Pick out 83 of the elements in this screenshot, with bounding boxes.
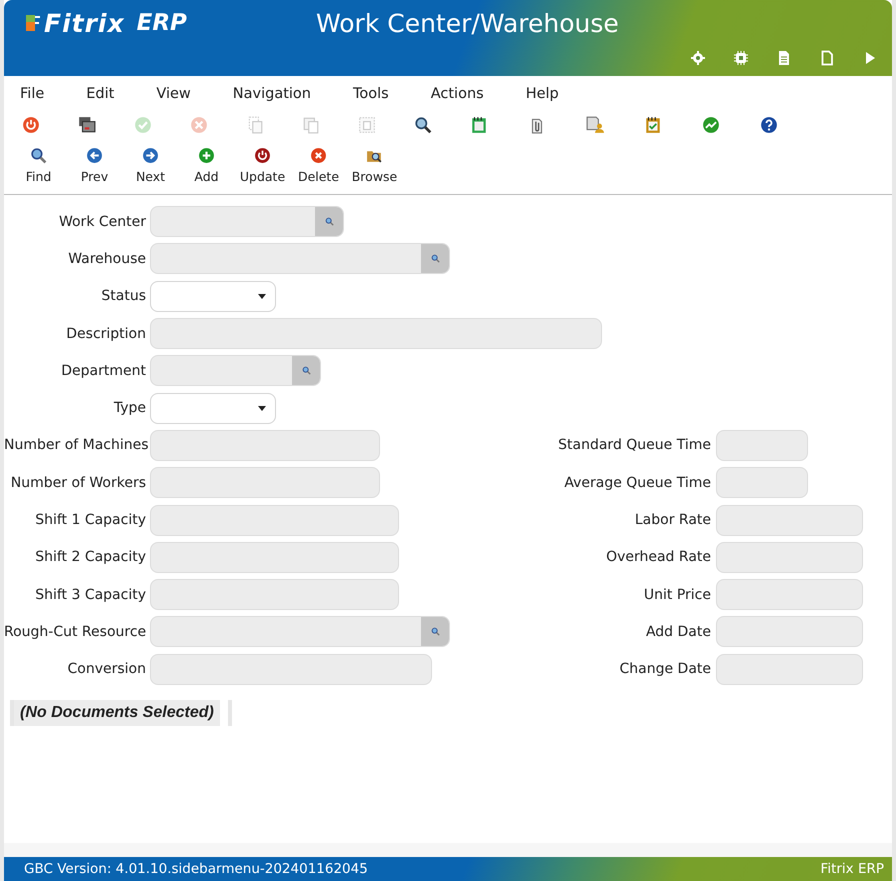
lookup-field[interactable]	[150, 616, 450, 648]
input-field[interactable]	[716, 654, 863, 685]
menu-item[interactable]: View	[152, 86, 195, 106]
menu-item[interactable]: Actions	[426, 86, 488, 106]
zoom-icon[interactable]	[414, 116, 432, 134]
toolbar-button[interactable]: Prev	[68, 144, 121, 194]
help-icon[interactable]	[760, 116, 778, 134]
toolbar-button[interactable]: Browse	[348, 144, 401, 194]
document-icon[interactable]	[776, 50, 792, 66]
field-label: Work Center	[58, 214, 146, 230]
field-label: Shift 3 Capacity	[34, 586, 146, 603]
caret-icon	[258, 406, 266, 411]
search-icon	[30, 147, 47, 164]
field-label: Labor Rate	[634, 512, 711, 528]
logo-suffix: ERP	[136, 10, 187, 36]
field-label: Add Date	[646, 624, 711, 640]
input-field[interactable]	[150, 430, 380, 461]
field-label: Rough-Cut Resource	[4, 624, 146, 640]
field-label: Status	[100, 288, 146, 304]
version-text: GBC Version: 4.01.10.sidebarmenu-202401162045	[24, 861, 368, 877]
field-label: Standard Queue Time	[558, 437, 711, 454]
logo-text: Fitrix	[44, 8, 125, 38]
product-name: Fitrix ERP	[820, 861, 884, 877]
search-icon	[430, 627, 440, 636]
input-field[interactable]	[716, 616, 863, 648]
field-label: Change Date	[619, 661, 711, 678]
blank-page-icon[interactable]	[819, 50, 835, 66]
menu-item[interactable]: Help	[522, 86, 563, 106]
input-field[interactable]	[716, 504, 863, 536]
input-field[interactable]	[150, 467, 380, 498]
lookup-field[interactable]	[150, 355, 321, 386]
chip-icon[interactable]	[733, 50, 749, 66]
field-label: Unit Price	[644, 586, 711, 603]
power-icon[interactable]	[22, 116, 40, 134]
input-field[interactable]	[716, 430, 808, 461]
toolbar-button[interactable]: Add	[180, 144, 233, 194]
toolbar-button[interactable]: Update	[236, 144, 289, 194]
documents-status: (No Documents Selected)	[10, 700, 220, 726]
field-label: Average Queue Time	[564, 474, 711, 491]
search-icon	[430, 254, 440, 264]
field-label: Conversion	[66, 661, 146, 678]
dropdown-field[interactable]	[150, 280, 276, 312]
lookup-field[interactable]	[150, 206, 344, 238]
input-field[interactable]	[150, 542, 399, 573]
windows-icon[interactable]	[78, 116, 96, 134]
field-label: Shift 2 Capacity	[34, 549, 146, 566]
logo-mark-icon	[26, 15, 40, 31]
field-label: Description	[65, 326, 146, 342]
lookup-field[interactable]	[150, 243, 450, 274]
field-label: Number of Workers	[10, 474, 146, 491]
input-field[interactable]	[150, 318, 602, 350]
user-document-icon[interactable]	[586, 116, 604, 134]
field-label: Number of Machines	[4, 437, 146, 454]
toolbar-button[interactable]: Delete	[292, 144, 345, 194]
input-field[interactable]	[150, 654, 432, 685]
field-label: Overhead Rate	[606, 549, 711, 566]
search-icon	[324, 217, 334, 226]
menu-item[interactable]: Edit	[82, 86, 118, 106]
checklist-icon[interactable]	[644, 116, 662, 134]
input-field[interactable]	[150, 504, 399, 536]
toolbar-button[interactable]: Find	[12, 144, 65, 194]
settings-icon[interactable]	[690, 50, 706, 66]
field-label: Department	[60, 362, 146, 379]
menu-item[interactable]: Tools	[349, 86, 393, 106]
menu-item[interactable]: Navigation	[228, 86, 315, 106]
input-field[interactable]	[716, 579, 863, 610]
field-label: Type	[112, 400, 146, 416]
field-label: Shift 1 Capacity	[34, 512, 146, 528]
chart-icon[interactable]	[702, 116, 720, 134]
caret-icon	[258, 294, 266, 299]
menu-item[interactable]: File	[16, 86, 48, 106]
dropdown-field[interactable]	[150, 392, 276, 424]
input-field[interactable]	[716, 467, 808, 498]
notepad-icon[interactable]	[470, 116, 488, 134]
search-icon	[302, 366, 310, 376]
input-field[interactable]	[150, 579, 399, 610]
input-field[interactable]	[716, 542, 863, 573]
power-icon	[254, 147, 271, 164]
plus-icon	[198, 147, 215, 164]
delete-icon	[310, 147, 327, 164]
toolbar-button[interactable]: Next	[124, 144, 177, 194]
field-label: Warehouse	[67, 250, 146, 267]
window-title: Work Center/Warehouse	[316, 8, 619, 38]
